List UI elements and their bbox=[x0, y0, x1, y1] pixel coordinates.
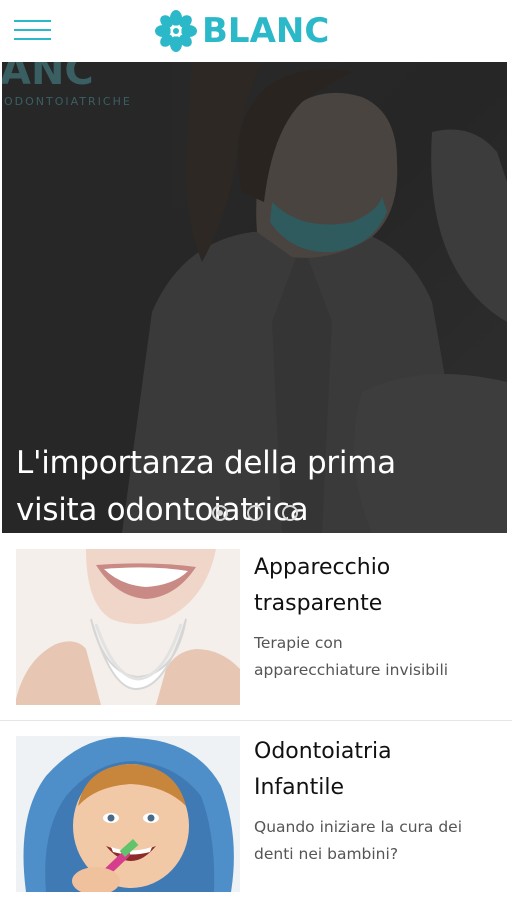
article-description-line: Quando iniziare la cura dei bbox=[254, 818, 463, 836]
brand-logo[interactable]: BLANC bbox=[154, 6, 329, 56]
logo-text: BLANC bbox=[202, 11, 330, 51]
slider-dot-1[interactable] bbox=[212, 505, 228, 521]
app-header: BLANC bbox=[0, 0, 512, 62]
hamburger-bar bbox=[14, 38, 51, 40]
article-title-line: Apparecchio bbox=[254, 555, 391, 580]
slider-pagination bbox=[0, 505, 512, 527]
hamburger-menu-button[interactable] bbox=[14, 16, 52, 44]
article-description-line: apparecchiature invisibili bbox=[254, 661, 449, 679]
article-description: Quando iniziare la cura dei denti nei ba… bbox=[254, 814, 504, 868]
hero-watermark-top: ANC bbox=[2, 62, 94, 94]
clear-aligner-image bbox=[16, 549, 240, 705]
article-title-line: Infantile bbox=[254, 775, 344, 800]
slider-dot-2[interactable] bbox=[247, 505, 263, 521]
article-title: Apparecchio trasparente bbox=[254, 550, 504, 622]
article-description: Terapie con apparecchiature invisibili bbox=[254, 630, 504, 684]
hamburger-menu-icon bbox=[14, 20, 51, 22]
article-description-line: Terapie con bbox=[254, 634, 343, 652]
hero-slide[interactable]: ANC ODONTOIATRICHE L'importanza della pr… bbox=[2, 62, 507, 533]
article-title-line: trasparente bbox=[254, 591, 383, 616]
article-thumbnail bbox=[16, 736, 240, 892]
hamburger-bar bbox=[14, 29, 51, 31]
article-item-odontoiatria-infantile[interactable]: Odontoiatria Infantile Quando iniziare l… bbox=[0, 721, 512, 900]
article-title-line: Odontoiatria bbox=[254, 739, 392, 764]
app-screen: BLANC ANC ODONTOIATRICHE L'importanza de… bbox=[0, 0, 512, 900]
slider-dot-3[interactable] bbox=[282, 505, 298, 521]
hero-watermark-bottom: ODONTOIATRICHE bbox=[4, 95, 132, 108]
child-brushing-teeth-image bbox=[16, 736, 240, 892]
article-description-line: denti nei bambini? bbox=[254, 845, 399, 863]
article-thumbnail bbox=[16, 549, 240, 705]
hero-title-line: L'importanza della prima bbox=[16, 445, 396, 481]
article-title: Odontoiatria Infantile bbox=[254, 734, 504, 806]
flower-logo-icon bbox=[155, 10, 197, 52]
article-item-apparecchio[interactable]: Apparecchio trasparente Terapie con appa… bbox=[0, 533, 512, 721]
